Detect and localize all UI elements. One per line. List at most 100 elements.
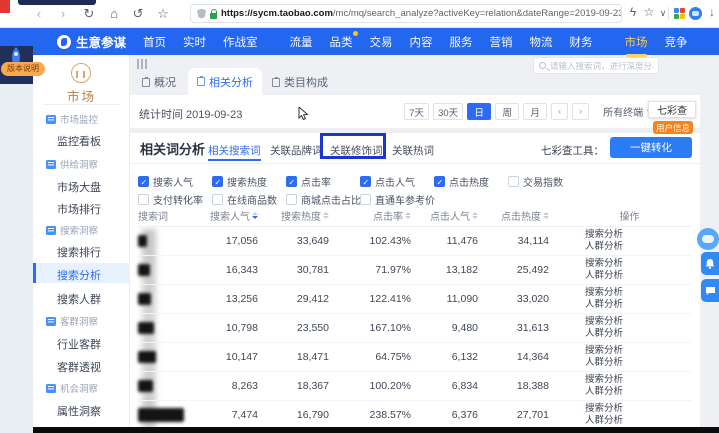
sidebar-item-crowd-perspective[interactable]: 客群透视 [57, 359, 101, 375]
action-crowd-analysis[interactable]: 人群分析 [585, 299, 692, 311]
checkbox-unchecked-icon [360, 194, 371, 205]
col-header-search-word[interactable]: 搜索词 [138, 208, 188, 223]
action-crowd-analysis[interactable]: 人群分析 [585, 241, 692, 253]
search-term-redacted [138, 380, 188, 392]
notification-bell-button[interactable] [701, 252, 719, 275]
action-crowd-analysis[interactable]: 人群分析 [585, 415, 692, 427]
userinfo-overlay-button[interactable]: 用户信息 [653, 121, 693, 134]
download-icon[interactable]: ↓ [704, 5, 719, 19]
qicai-overlay-button[interactable]: 七彩查 [648, 101, 696, 118]
nav-item-trade[interactable]: 交易 [370, 34, 393, 50]
date-week-button[interactable]: 周 [495, 103, 519, 120]
tab-overview[interactable]: 概况 [142, 74, 176, 90]
date-month-button[interactable]: 月 [523, 103, 547, 120]
metric-checkbox-search-pop[interactable]: 搜索人气 [138, 174, 193, 189]
sidebar-item-monitor-board[interactable]: 监控看板 [57, 133, 101, 149]
extensions-grid-icon[interactable] [674, 8, 685, 19]
assistant-robot-icon[interactable] [697, 228, 719, 250]
action-crowd-analysis[interactable]: 人群分析 [585, 328, 692, 340]
extension-icon[interactable] [689, 7, 702, 20]
sidebar-item-search-ranking[interactable]: 搜索排行 [57, 244, 101, 260]
one-click-convert-button[interactable]: 一键转化 [610, 137, 692, 158]
sidebar-section-search-insight[interactable]: 搜索洞察 [46, 223, 98, 237]
action-search-analysis[interactable]: 搜索分析 [585, 345, 692, 357]
sidebar-item-industry-crowd[interactable]: 行业客群 [57, 336, 101, 352]
nav-item-marketing[interactable]: 营销 [490, 34, 513, 50]
undo-icon[interactable]: ↺ [129, 5, 147, 23]
action-crowd-analysis[interactable]: 人群分析 [585, 386, 692, 398]
metric-checkbox-click-pop[interactable]: 点击人气 [360, 174, 415, 189]
action-crowd-analysis[interactable]: 人群分析 [585, 357, 692, 369]
url-bar[interactable]: https://sycm.taobao.com/mc/mq/search_ana… [190, 4, 622, 23]
forward-icon[interactable]: › [54, 5, 72, 23]
action-crowd-analysis[interactable]: 人群分析 [585, 270, 692, 282]
col-header-click-heat[interactable]: 点击热度 [501, 208, 549, 223]
sidebar-item-search-crowd[interactable]: 搜索人群 [57, 291, 101, 307]
metric-checkbox-search-heat[interactable]: 搜索热度 [212, 174, 267, 189]
nav-item-traffic[interactable]: 流量 [290, 34, 313, 50]
sycm-logo-icon [57, 35, 71, 49]
sidebar-item-search-analysis[interactable]: 搜索分析 [57, 267, 101, 283]
nav-item-warroom[interactable]: 作战室 [223, 34, 258, 50]
col-header-click-pop[interactable]: 点击人气 [430, 208, 478, 223]
col-header-ctr[interactable]: 点击率 [373, 208, 411, 223]
tab-category-composition[interactable]: 类目构成 [272, 74, 328, 90]
date-prev-button[interactable]: ‹ [551, 103, 568, 120]
date-30days-button[interactable]: 30天 [433, 103, 463, 120]
nav-item-service[interactable]: 服务 [450, 34, 473, 50]
cell-click-heat: 14,364 [478, 351, 549, 363]
sycm-logo[interactable]: 生意参谋 [57, 32, 126, 51]
back-icon[interactable]: ‹ [30, 5, 48, 23]
sidebar-item-market-overview[interactable]: 市场大盘 [57, 179, 101, 195]
nav-item-content[interactable]: 内容 [410, 34, 433, 50]
sidebar-item-market-ranking[interactable]: 市场排行 [57, 201, 101, 217]
sidebar-section-supply-insight[interactable]: 供给洞察 [46, 157, 98, 171]
divider [130, 163, 700, 164]
bookmark-star-icon[interactable]: ☆ [154, 5, 172, 23]
metric-checkbox-trade-index[interactable]: 交易指数 [508, 174, 563, 189]
chat-bubble-icon [705, 286, 716, 296]
metric-checkbox-click-heat[interactable]: 点击热度 [434, 174, 489, 189]
col-header-search-heat[interactable]: 搜索热度 [281, 208, 329, 223]
subtab-related-hot-words[interactable]: 关联热词 [392, 143, 434, 158]
col-header-search-pop[interactable]: 搜索人气 [210, 208, 258, 223]
action-search-analysis[interactable]: 搜索分析 [585, 287, 692, 299]
action-search-analysis[interactable]: 搜索分析 [585, 374, 692, 386]
nav-item-realtime[interactable]: 实时 [183, 34, 206, 50]
sidebar: 市场 市场监控 监控看板 供给洞察 市场大盘 市场排行 搜索洞察 搜索排行 搜索… [33, 55, 130, 427]
page-info-icon[interactable] [197, 9, 206, 19]
search-input[interactable]: 请输入搜索词，进行深度分析 [533, 57, 659, 74]
sidebar-section-market-monitor[interactable]: 市场监控 [46, 112, 98, 126]
action-search-analysis[interactable]: 搜索分析 [585, 403, 692, 415]
cell-click-heat: 34,114 [478, 235, 549, 247]
subtab-related-search-words[interactable]: 相关搜索词 [208, 143, 261, 158]
table-row: 17,056 33,649 102.43% 11,476 34,114 搜索分析… [138, 227, 692, 256]
date-next-button[interactable]: › [572, 103, 589, 120]
tab-relation-analysis-active[interactable]: 相关分析 [188, 68, 262, 95]
sidebar-item-attribute-insight[interactable]: 属性洞察 [57, 403, 101, 419]
metric-checkbox-ctr[interactable]: 点击率 [286, 174, 331, 189]
cell-search-heat: 18,471 [258, 351, 329, 363]
subtab-related-brand-words[interactable]: 关联品牌词 [270, 143, 323, 158]
action-search-analysis[interactable]: 搜索分析 [585, 229, 692, 241]
sidebar-section-crowd-insight[interactable]: 客群洞察 [46, 314, 98, 328]
sidebar-section-opportunity-insight[interactable]: 机会洞察 [46, 381, 98, 395]
home-icon[interactable]: ⌂ [105, 5, 123, 23]
nav-item-home[interactable]: 首页 [143, 34, 166, 50]
nav-item-category[interactable]: 品类 [330, 34, 353, 50]
date-day-button[interactable]: 日 [467, 103, 491, 120]
nav-item-competition[interactable]: 竞争 [665, 34, 688, 50]
action-search-analysis[interactable]: 搜索分析 [585, 258, 692, 270]
nav-item-logistics[interactable]: 物流 [530, 34, 553, 50]
nav-item-finance[interactable]: 财务 [570, 34, 593, 50]
flash-icon[interactable]: ϟ [625, 5, 641, 19]
reload-icon[interactable]: ↻ [80, 5, 98, 23]
feedback-chat-button[interactable] [701, 279, 719, 302]
action-search-analysis[interactable]: 搜索分析 [585, 316, 692, 328]
date-7days-button[interactable]: 7天 [404, 103, 429, 120]
nav-item-market-active[interactable]: 市场 [625, 34, 648, 50]
terminal-dropdown[interactable]: 所有终端∨ [603, 104, 652, 119]
version-notes-badge[interactable]: 版本说明 [1, 62, 45, 76]
checkbox-unchecked-icon [212, 194, 223, 205]
search-term-redacted [138, 351, 188, 363]
